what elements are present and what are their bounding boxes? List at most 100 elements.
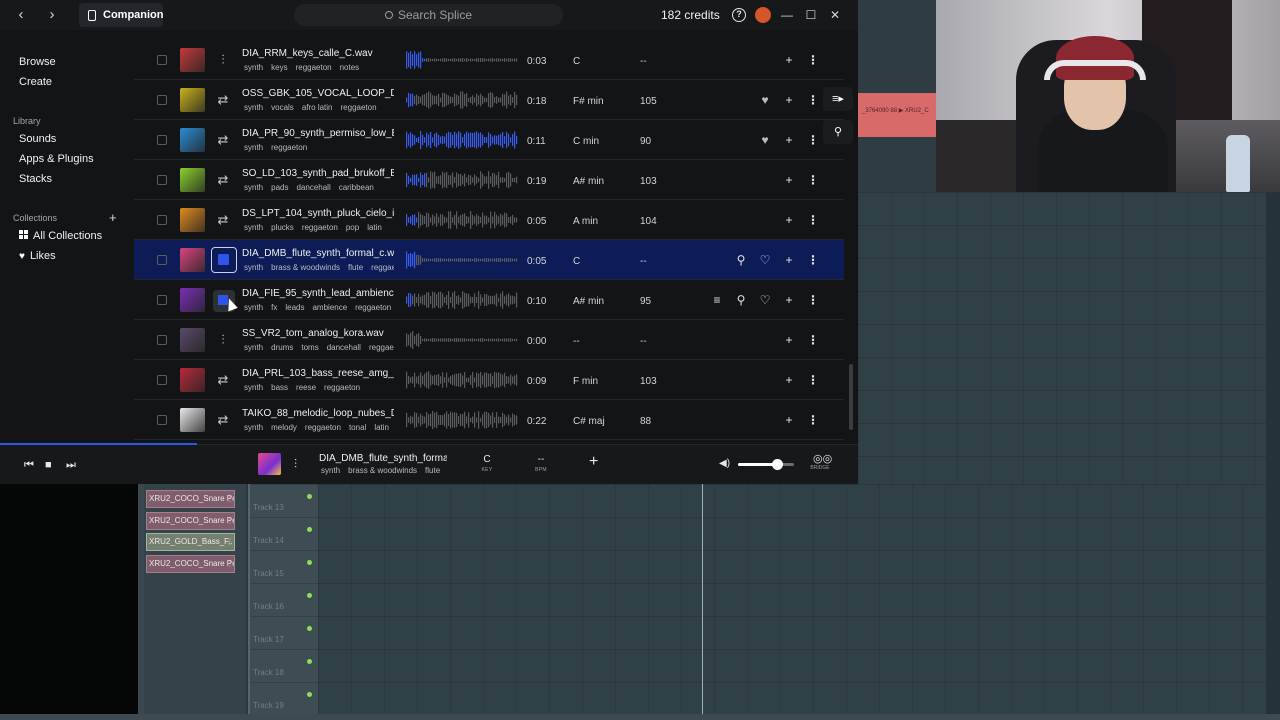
row-checkbox[interactable] [157, 95, 167, 105]
loop-icon[interactable]: ⇄ [215, 412, 231, 428]
add-icon[interactable]: + [782, 253, 796, 267]
tag[interactable]: bass [271, 383, 288, 392]
maximize-icon[interactable]: ☐ [803, 7, 819, 23]
waveform[interactable] [406, 331, 518, 349]
sample-row[interactable]: ⇄ SO_LD_103_synth_pad_brukoff_Bb synth pads… [134, 160, 844, 200]
row-checkbox[interactable] [157, 55, 167, 65]
back-arrow-icon[interactable]: ‹ [12, 6, 30, 24]
waveform[interactable] [406, 171, 518, 189]
daw-clip[interactable]: XRU2_COCO_Snare Pe.. ⫶ [146, 490, 235, 508]
sidebar-item-stacks[interactable]: Stacks [19, 173, 52, 185]
volume-knob[interactable] [772, 459, 784, 470]
tag[interactable]: plucks [271, 223, 294, 232]
similar-sounds-icon[interactable]: ⚲ [823, 120, 853, 144]
previous-icon[interactable]: ⏮ [24, 458, 34, 472]
sample-name[interactable]: DIA_PR_90_synth_permiso_low_B# [242, 128, 394, 139]
tag[interactable]: flute [425, 466, 440, 475]
sample-row[interactable]: ⇄ DS_LPT_104_synth_pluck_cielo_infsynth pl… [134, 200, 844, 240]
oneshot-icon[interactable]: ⫶ [215, 332, 231, 348]
sample-row[interactable]: DIA_FIE_95_synth_lead_ambience_ synth fx le… [134, 280, 844, 320]
sidebar-item-likes[interactable]: ♥ Likes [19, 250, 56, 262]
track-header[interactable]: Track 15 [250, 550, 318, 583]
daw-scrollbar[interactable] [1266, 192, 1280, 720]
tag[interactable]: dancehall [327, 343, 361, 352]
volume-slider[interactable] [738, 463, 794, 466]
add-icon[interactable]: + [782, 93, 796, 107]
playback-progress[interactable] [0, 443, 198, 445]
track-header[interactable]: Track 13 [250, 484, 318, 517]
avatar[interactable] [755, 7, 771, 23]
similar-icon[interactable]: ⚲ [734, 293, 748, 307]
sample-name[interactable]: SS_VR2_tom_analog_kora.wav [242, 328, 394, 339]
loop-icon[interactable]: ⇄ [215, 172, 231, 188]
track-led-icon[interactable] [307, 593, 312, 598]
forward-arrow-icon[interactable]: › [43, 6, 61, 24]
tag[interactable]: reggaeton [369, 343, 394, 352]
list-scrollbar[interactable] [849, 364, 853, 430]
volume-icon[interactable]: ◀) [719, 457, 730, 471]
tag[interactable]: synth [244, 223, 263, 232]
waveform[interactable] [406, 131, 518, 149]
tag[interactable]: keys [271, 63, 287, 72]
like-icon[interactable]: ♡ [758, 253, 772, 267]
tag[interactable]: caribbean [339, 183, 374, 192]
tag[interactable]: brass & woodwinds [348, 466, 417, 475]
add-icon[interactable]: + [782, 53, 796, 67]
more-options-icon[interactable]: ⋮ [806, 373, 820, 387]
tag[interactable]: flute [348, 263, 363, 272]
tag[interactable]: synth [244, 303, 263, 312]
daw-pattern-clip[interactable]: _3764090 88 ▶ XRU2_C [858, 93, 936, 137]
track-led-icon[interactable] [307, 659, 312, 664]
tag[interactable]: reggaeton [302, 223, 338, 232]
queue-icon[interactable]: ≡▸ [823, 87, 853, 111]
tag[interactable]: synth [321, 466, 340, 475]
add-to-collection-icon[interactable]: + [589, 454, 598, 470]
stop-preview-icon[interactable] [211, 247, 237, 273]
sample-name[interactable]: DIA_PRL_103_bass_reese_amg_Fmi [242, 368, 394, 379]
tag[interactable]: tonal [349, 423, 366, 432]
sidebar-item-browse[interactable]: Browse [19, 56, 56, 68]
daw-playlist-grid-upper[interactable] [858, 192, 1266, 484]
waveform[interactable] [406, 411, 518, 429]
tag[interactable]: ambience [312, 303, 347, 312]
more-options-icon[interactable]: ⋮ [806, 93, 820, 107]
row-checkbox[interactable] [157, 215, 167, 225]
liked-heart-icon[interactable]: ♥ [758, 133, 772, 147]
stop-icon[interactable]: ■ [45, 458, 52, 472]
next-icon[interactable]: ⏭ [66, 458, 76, 472]
daw-playlist-grid[interactable] [318, 484, 1266, 720]
search-input[interactable]: Search Splice [294, 4, 563, 26]
tag[interactable]: synth [244, 343, 263, 352]
row-checkbox[interactable] [157, 415, 167, 425]
sidebar-item-all-collections[interactable]: All Collections [19, 230, 102, 242]
waveform[interactable] [406, 291, 518, 309]
sample-row[interactable]: ⫶ DIA_RRM_keys_calle_C.wav synth keys reggae… [134, 40, 844, 80]
sample-row[interactable]: ⇄ TAIKO_88_melodic_loop_nubes_Db synth melo… [134, 400, 844, 440]
sidebar-item-create[interactable]: Create [19, 76, 52, 88]
add-icon[interactable]: + [782, 133, 796, 147]
track-header[interactable]: Track 19 [250, 682, 318, 715]
track-led-icon[interactable] [307, 560, 312, 565]
tag[interactable]: pop [346, 223, 359, 232]
daw-clip[interactable]: XRU2_COCO_Snare Pe.. ⫶ [146, 554, 235, 573]
daw-clip[interactable]: XRU2_GOLD_Bass_F.. ⫶ [146, 533, 235, 551]
tag[interactable]: leads [285, 303, 304, 312]
tag[interactable]: synth [244, 423, 263, 432]
row-checkbox[interactable] [157, 335, 167, 345]
tag[interactable]: reggaeton [324, 383, 360, 392]
drag-to-daw-icon[interactable]: ≡ [710, 293, 724, 307]
loop-icon[interactable]: ⇄ [215, 132, 231, 148]
tag[interactable]: pads [271, 183, 288, 192]
tag[interactable]: latin [374, 423, 389, 432]
sample-name[interactable]: DS_LPT_104_synth_pluck_cielo_inf [242, 208, 394, 219]
sample-row[interactable]: ⇄ DIA_PRL_103_bass_reese_amg_Fmi synth bass… [134, 360, 844, 400]
tag[interactable]: synth [244, 143, 263, 152]
more-options-icon[interactable]: ⋮ [806, 133, 820, 147]
tag[interactable]: melody [271, 423, 297, 432]
sample-row[interactable]: ⫶ SS_VR2_tom_analog_kora.wav synth drums tom… [134, 320, 844, 360]
loop-icon[interactable]: ⇄ [215, 212, 231, 228]
tag[interactable]: reggaeton [271, 143, 307, 152]
tag[interactable]: synth [244, 263, 263, 272]
sample-name[interactable]: OSS_GBK_105_VOCAL_LOOP_DANC [242, 88, 394, 99]
sample-name[interactable]: DIA_DMB_flute_synth_formal_c.wav [242, 248, 394, 259]
